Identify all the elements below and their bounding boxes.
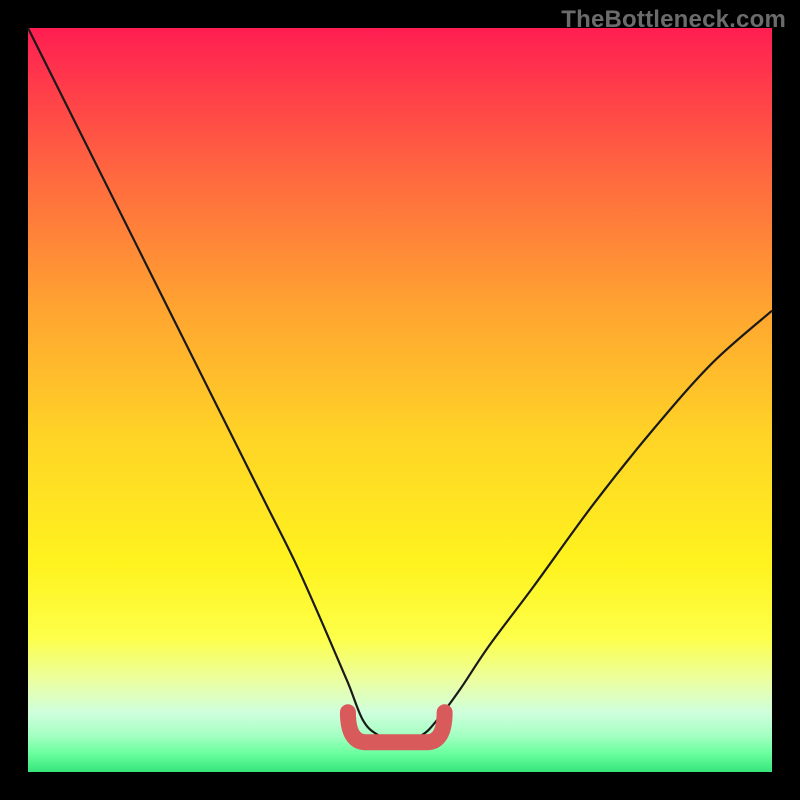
chart-frame: TheBottleneck.com bbox=[0, 0, 800, 800]
bottleneck-curve bbox=[28, 28, 772, 742]
curve-svg bbox=[28, 28, 772, 772]
plot-area bbox=[28, 28, 772, 772]
